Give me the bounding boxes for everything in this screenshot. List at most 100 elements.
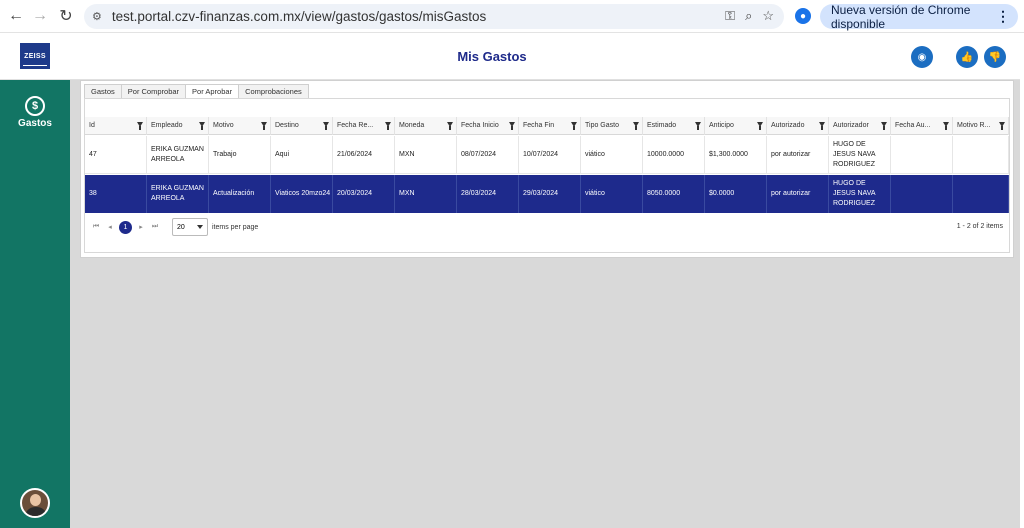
app-header: ZEISS Mis Gastos ◉ 👍 👎: [0, 33, 1020, 80]
reload-icon[interactable]: ↻: [52, 2, 80, 30]
tab-por-comprobar[interactable]: Por Comprobar: [120, 84, 187, 99]
filter-icon[interactable]: [633, 122, 639, 130]
table-cell: [891, 175, 953, 213]
chrome-update-button[interactable]: Nueva versión de Chrome disponible ⋮: [820, 2, 1018, 31]
sidebar: $ Gastos: [0, 80, 70, 528]
key-icon[interactable]: ⚿: [725, 8, 735, 24]
column-header[interactable]: Fecha Inicio: [457, 117, 519, 135]
table-cell: ERIKA GUZMAN ARREOLA: [147, 175, 209, 213]
column-header[interactable]: Empleado: [147, 117, 209, 135]
address-bar[interactable]: ⚙ test.portal.czv-finanzas.com.mx/view/g…: [84, 4, 784, 29]
column-header[interactable]: Autorizado: [767, 117, 829, 135]
table-cell: viático: [581, 175, 643, 213]
column-header[interactable]: Motivo R...: [953, 117, 1009, 135]
filter-icon[interactable]: [881, 122, 887, 130]
table-cell: MXN: [395, 175, 457, 213]
content-panel: Gastos Por Comprobar Por Aprobar Comprob…: [80, 80, 1014, 258]
column-header[interactable]: Motivo: [209, 117, 271, 135]
sidebar-item-gastos[interactable]: $ Gastos: [0, 96, 70, 129]
column-header[interactable]: Moneda: [395, 117, 457, 135]
prev-page-icon[interactable]: ◂: [103, 223, 117, 231]
table-cell: 20/03/2024: [333, 175, 395, 213]
table-row[interactable]: 47 ERIKA GUZMAN ARREOLA Trabajo Aqui 21/06/2…: [85, 136, 1009, 174]
filter-icon[interactable]: [447, 122, 453, 130]
sidebar-item-label: Gastos: [18, 118, 52, 129]
tab-comprobaciones[interactable]: Comprobaciones: [238, 84, 309, 99]
first-page-icon[interactable]: ⏮: [89, 223, 103, 231]
table-cell: 38: [85, 175, 147, 213]
column-header[interactable]: Anticipo: [705, 117, 767, 135]
column-header[interactable]: Autorizador: [829, 117, 891, 135]
column-header[interactable]: Fecha Au...: [891, 117, 953, 135]
expenses-grid: Id Empleado Motivo Destino Fecha Re... Moneda…: [84, 98, 1010, 253]
column-header[interactable]: Estimado: [643, 117, 705, 135]
filter-icon[interactable]: [819, 122, 825, 130]
filter-icon[interactable]: [695, 122, 701, 130]
table-cell: 47: [85, 136, 147, 173]
update-label: Nueva versión de Chrome disponible: [831, 2, 971, 31]
filter-icon[interactable]: [943, 122, 949, 130]
current-page-button[interactable]: 1: [119, 220, 132, 234]
table-cell: 28/03/2024: [457, 175, 519, 213]
table-cell: Actualización: [209, 175, 271, 213]
table-cell: 21/06/2024: [333, 136, 395, 173]
forward-icon[interactable]: →: [26, 2, 54, 30]
filter-icon[interactable]: [323, 122, 329, 130]
zoom-icon[interactable]: ⌕: [745, 8, 752, 24]
table-cell: MXN: [395, 136, 457, 173]
filter-icon[interactable]: [509, 122, 515, 130]
filter-icon[interactable]: [999, 122, 1005, 130]
table-cell: $0.0000: [705, 175, 767, 213]
eye-icon[interactable]: ◉: [911, 46, 933, 68]
tab-por-aprobar[interactable]: Por Aprobar: [185, 84, 240, 99]
table-row[interactable]: 38 ERIKA GUZMAN ARREOLA Actualización Viati…: [85, 175, 1009, 213]
next-page-icon[interactable]: ▸: [134, 223, 148, 231]
page-title: Mis Gastos: [457, 49, 527, 64]
page-edge: [1020, 33, 1024, 528]
table-cell: HUGO DE JESUS NAVA RODRIGUEZ: [829, 136, 891, 173]
browser-toolbar: ← → ↻ ⚙ test.portal.czv-finanzas.com.mx/…: [0, 0, 1024, 33]
pager: ⏮ ◂ 1 ▸ ⏭ 20 items per page 1 - 2 of 2 i…: [85, 218, 1009, 236]
table-cell: $1,300.0000: [705, 136, 767, 173]
tab-bar: Gastos Por Comprobar Por Aprobar Comprob…: [84, 84, 309, 99]
column-header[interactable]: Destino: [271, 117, 333, 135]
approve-icon[interactable]: 👍: [956, 46, 978, 68]
table-cell: Trabajo: [209, 136, 271, 173]
column-header[interactable]: Fecha Re...: [333, 117, 395, 135]
star-icon[interactable]: ☆: [762, 8, 774, 24]
column-header[interactable]: Fecha Fin: [519, 117, 581, 135]
table-cell: 29/03/2024: [519, 175, 581, 213]
column-header[interactable]: Id: [85, 117, 147, 135]
tab-gastos[interactable]: Gastos: [84, 84, 122, 99]
filter-icon[interactable]: [385, 122, 391, 130]
table-cell: Viaticos 20mzo24: [271, 175, 333, 213]
last-page-icon[interactable]: ⏭: [148, 223, 162, 231]
column-header[interactable]: Tipo Gasto: [581, 117, 643, 135]
url-text: test.portal.czv-finanzas.com.mx/view/gas…: [111, 9, 487, 24]
profile-icon[interactable]: ●: [795, 8, 811, 24]
menu-dots-icon[interactable]: ⋮: [996, 8, 1010, 25]
table-cell: 8050.0000: [643, 175, 705, 213]
table-cell: por autorizar: [767, 175, 829, 213]
filter-icon[interactable]: [199, 122, 205, 130]
table-cell: [891, 136, 953, 173]
filter-icon[interactable]: [571, 122, 577, 130]
reject-icon[interactable]: 👎: [984, 46, 1006, 68]
pager-info: 1 - 2 of 2 items: [956, 223, 1003, 230]
table-cell: por autorizar: [767, 136, 829, 173]
filter-icon[interactable]: [757, 122, 763, 130]
money-cycle-icon: $: [25, 96, 45, 116]
table-cell: 08/07/2024: [457, 136, 519, 173]
site-settings-icon[interactable]: ⚙: [92, 10, 102, 23]
table-cell: [953, 136, 1009, 173]
table-cell: Aqui: [271, 136, 333, 173]
table-cell: viático: [581, 136, 643, 173]
table-cell: [953, 175, 1009, 213]
page-size-select[interactable]: 20: [172, 218, 208, 236]
items-per-page-label: items per page: [212, 223, 259, 231]
filter-icon[interactable]: [261, 122, 267, 130]
chevron-down-icon: [197, 225, 203, 229]
filter-icon[interactable]: [137, 122, 143, 130]
avatar[interactable]: [20, 488, 50, 518]
grid-header: Id Empleado Motivo Destino Fecha Re... Moneda…: [85, 117, 1009, 135]
